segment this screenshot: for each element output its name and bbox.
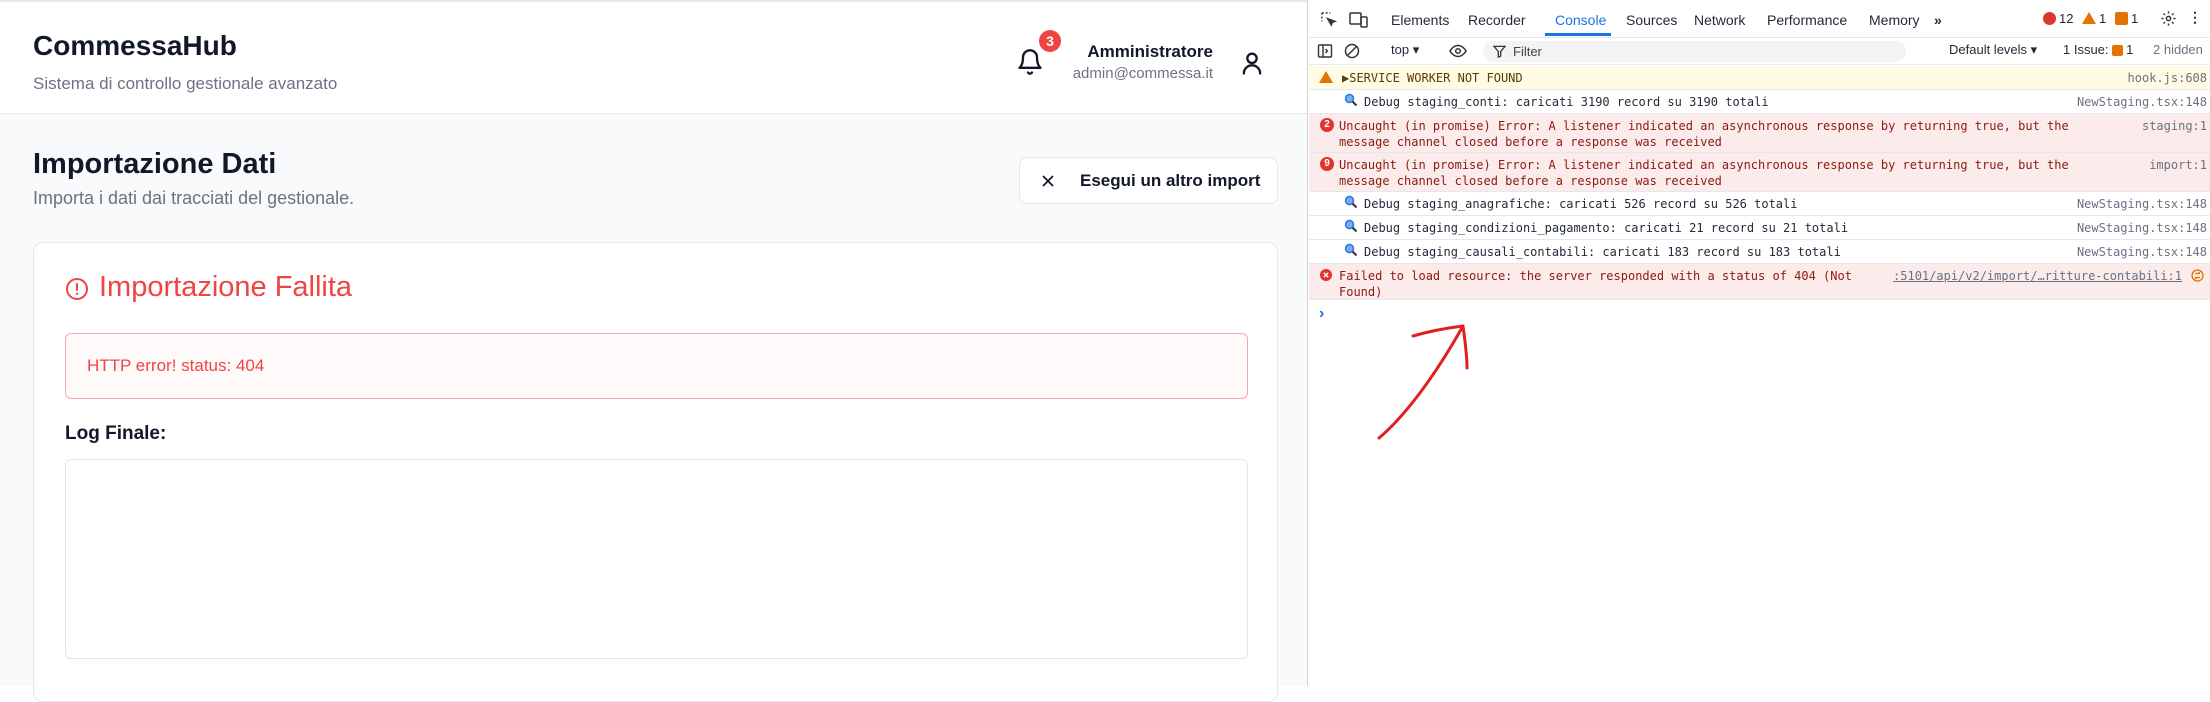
rerun-import-label: Esegui un altro import <box>1080 171 1261 190</box>
message-text: ▶SERVICE WORKER NOT FOUND <box>1342 71 1523 85</box>
log-label: Log Finale: <box>65 423 167 444</box>
error-repeat-badge: 2 <box>1320 118 1334 132</box>
issue-icon <box>2115 12 2128 25</box>
tab-performance[interactable]: Performance <box>1767 12 1847 28</box>
message-source[interactable]: NewStaging.tsx:148 <box>2077 94 2207 110</box>
brand-tagline: Sistema di controllo gestionale avanzato <box>33 74 338 93</box>
message-source[interactable]: NewStaging.tsx:148 <box>2077 244 2207 260</box>
inspect-icon[interactable] <box>1320 11 1337 28</box>
tab-sources[interactable]: Sources <box>1626 12 1677 28</box>
network-request-icon[interactable] <box>2191 269 2204 282</box>
user-icon[interactable] <box>1238 49 1266 77</box>
error-message: HTTP error! status: 404 <box>65 333 1248 399</box>
app-header: CommessaHub Sistema di controllo gestion… <box>0 0 1307 114</box>
message-text: Failed to load resource: the server resp… <box>1339 269 1860 299</box>
console-message-debug[interactable]: Debug staging_causali_contabili: caricat… <box>1309 240 2210 264</box>
error-count-value: 12 <box>2059 11 2074 26</box>
issue-count-value: 1 <box>2131 11 2139 26</box>
error-circle-icon <box>1320 269 1332 281</box>
error-icon <box>2043 12 2056 25</box>
tab-memory[interactable]: Memory <box>1869 12 1920 28</box>
gear-icon[interactable] <box>2160 10 2177 27</box>
console-toolbar: top ▾ Filter Default levels ▾ 1 Issue: 1… <box>1309 38 2210 65</box>
red-arrow-annotation <box>1377 324 1469 440</box>
notification-badge: 3 <box>1039 30 1061 52</box>
warning-count[interactable]: 1 <box>2082 11 2106 26</box>
issues-value: 1 <box>2126 42 2134 57</box>
hidden-count: 2 hidden <box>2153 42 2203 57</box>
message-text: Debug staging_conti: caricati 3190 recor… <box>1364 95 1769 109</box>
devtools-toolbar: Elements Recorder Console Sources Networ… <box>1309 0 2210 38</box>
log-levels-dropdown[interactable]: Default levels ▾ <box>1949 42 2037 58</box>
issues-link[interactable]: 1 Issue: 1 <box>2063 42 2133 57</box>
warning-icon <box>2082 12 2096 24</box>
context-selector[interactable]: top ▾ <box>1391 42 1419 58</box>
app-viewport: CommessaHub Sistema di controllo gestion… <box>0 0 1308 702</box>
device-toolbar-icon[interactable] <box>1349 11 1368 28</box>
more-options-icon[interactable]: ⋮ <box>2188 9 2202 26</box>
message-text: Uncaught (in promise) Error: A listener … <box>1339 119 2076 149</box>
filter-placeholder: Filter <box>1513 44 1542 59</box>
alert-circle-icon <box>66 278 88 300</box>
console-message-error[interactable]: Failed to load resource: the server resp… <box>1309 264 2210 300</box>
console-message-debug[interactable]: Debug staging_conti: caricati 3190 recor… <box>1309 90 2210 114</box>
console-filter-input[interactable]: Filter <box>1483 41 1906 62</box>
message-source[interactable]: import:1 <box>2149 157 2207 173</box>
filter-icon <box>1493 45 1506 58</box>
user-email: admin@commessa.it <box>1072 65 1213 82</box>
log-levels-value: Default levels <box>1949 42 2028 57</box>
message-source[interactable]: staging:1 <box>2142 118 2207 134</box>
tab-elements[interactable]: Elements <box>1391 12 1449 28</box>
error-repeat-badge: 9 <box>1320 157 1334 171</box>
message-source[interactable]: hook.js:608 <box>2128 70 2207 86</box>
magnifier-icon <box>1344 243 1358 257</box>
message-text: Uncaught (in promise) Error: A listener … <box>1339 158 2076 188</box>
magnifier-icon <box>1344 219 1358 233</box>
context-value: top <box>1391 42 1410 57</box>
brand-title[interactable]: CommessaHub <box>33 30 237 62</box>
page-subtitle: Importa i dati dai tracciati del gestion… <box>33 188 355 208</box>
warning-icon <box>1319 71 1333 83</box>
message-text: Debug staging_anagrafiche: caricati 526 … <box>1364 197 1798 211</box>
console-message-warning[interactable]: ▶SERVICE WORKER NOT FOUND hook.js:608 <box>1309 66 2210 90</box>
user-name: Amministratore <box>1087 42 1213 61</box>
tab-recorder[interactable]: Recorder <box>1468 12 1526 28</box>
warning-count-value: 1 <box>2099 11 2107 26</box>
eye-icon[interactable] <box>1449 44 1467 58</box>
devtools-panel: Elements Recorder Console Sources Networ… <box>1309 0 2210 686</box>
message-source-link[interactable]: :5101/api/v2/import/…ritture-contabili:1 <box>1893 268 2182 284</box>
error-count[interactable]: 12 <box>2043 11 2073 26</box>
more-tabs-icon[interactable]: » <box>1934 12 1942 28</box>
page-title: Importazione Dati <box>33 148 277 180</box>
console-message-debug[interactable]: Debug staging_condizioni_pagamento: cari… <box>1309 216 2210 240</box>
tab-console[interactable]: Console <box>1555 12 1606 28</box>
close-icon <box>1042 175 1054 187</box>
console-message-debug[interactable]: Debug staging_anagrafiche: caricati 526 … <box>1309 192 2210 216</box>
message-source[interactable]: NewStaging.tsx:148 <box>2077 196 2207 212</box>
issues-label: 1 Issue: <box>2063 42 2109 57</box>
log-output[interactable] <box>65 459 1248 659</box>
console-prompt[interactable]: › <box>1319 305 1324 323</box>
tab-network[interactable]: Network <box>1694 12 1745 28</box>
console-message-error[interactable]: 9 Uncaught (in promise) Error: A listene… <box>1309 153 2210 192</box>
magnifier-icon <box>1344 93 1358 107</box>
message-text: Debug staging_condizioni_pagamento: cari… <box>1364 221 1849 235</box>
message-text: Debug staging_causali_contabili: caricat… <box>1364 245 1841 259</box>
magnifier-icon <box>1344 195 1358 209</box>
import-result-card: Importazione Fallita HTTP error! status:… <box>33 242 1278 702</box>
issue-count[interactable]: 1 <box>2115 11 2138 26</box>
failure-title-text: Importazione Fallita <box>99 271 353 303</box>
rerun-import-button[interactable]: Esegui un altro import <box>1019 157 1278 204</box>
console-message-error[interactable]: 2 Uncaught (in promise) Error: A listene… <box>1309 114 2210 153</box>
message-source[interactable]: NewStaging.tsx:148 <box>2077 220 2207 236</box>
sidebar-toggle-icon[interactable] <box>1317 43 1333 59</box>
active-tab-indicator <box>1545 33 1611 36</box>
issue-small-icon <box>2112 45 2124 56</box>
clear-console-icon[interactable] <box>1344 43 1360 59</box>
